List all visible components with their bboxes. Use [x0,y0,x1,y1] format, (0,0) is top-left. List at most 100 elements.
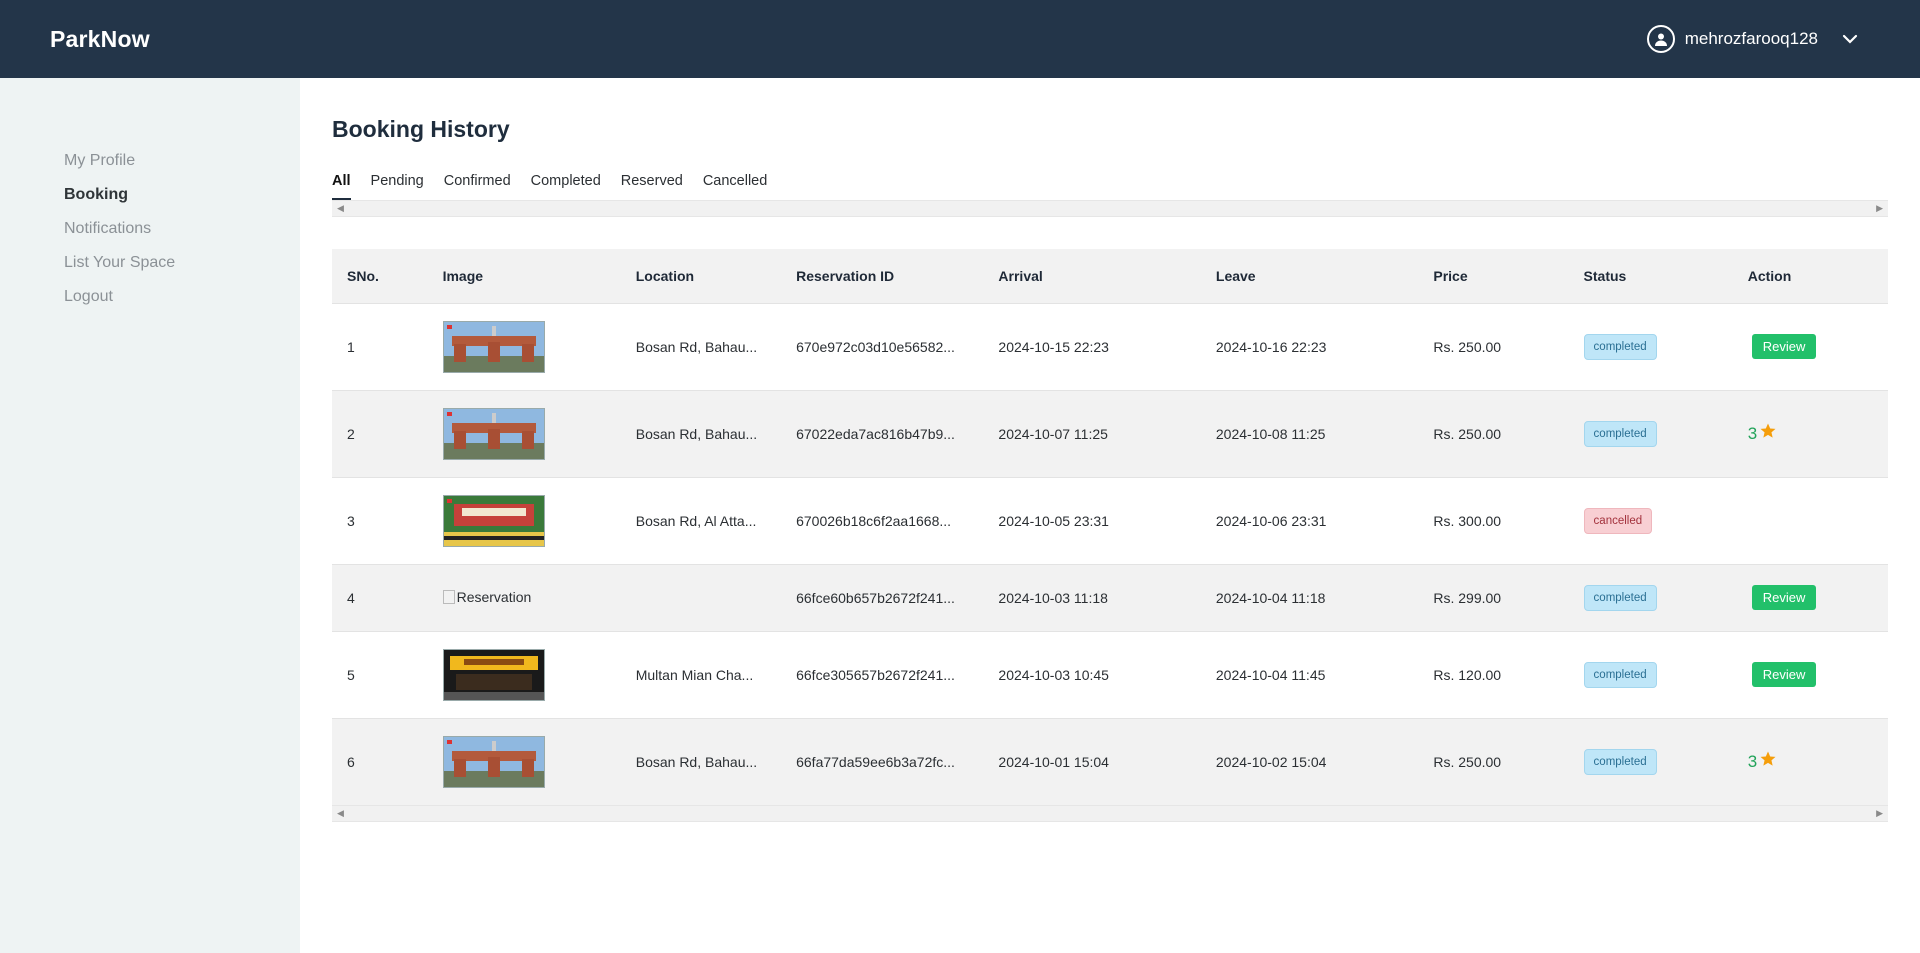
action-cell: Review [1732,563,1888,631]
sidebar-nav: My Profile Booking Notifications List Your … [0,78,300,314]
tab-pending[interactable]: Pending [371,173,424,200]
status-cell: completed [1568,389,1733,477]
review-button[interactable]: Review [1751,585,1817,610]
price-cell: Rs. 120.00 [1418,630,1569,718]
review-button[interactable]: Review [1751,334,1817,359]
column-header: Leave [1215,267,1256,284]
image-cell: Reservation [427,563,621,631]
rating-display: 3 [1748,750,1777,773]
rating-value: 3 [1747,751,1758,771]
sidebar-item-booking[interactable]: Booking [64,178,300,212]
status-badge: completed [1583,584,1657,611]
table-row: 3 Bosan Rd, Al Atta... 670026b18c6f2aa1668… [332,476,1888,564]
image-cell [427,476,621,564]
location-cell: Bosan Rd, Bahau... [620,302,782,390]
table-body: 1 Bosan Rd, Bahau... 670e972c03d10e56582..… [332,302,1888,805]
user-menu[interactable]: mehrozfarooq128 [1646,25,1870,53]
table-scrollbar[interactable]: ◀ ▶ [332,805,1888,822]
image-cell [427,630,621,718]
star-icon [1759,750,1777,773]
location-cell: Bosan Rd, Bahau... [620,717,782,805]
page-title: Booking History [332,116,510,142]
scroll-left-icon[interactable]: ◀ [337,203,344,214]
scroll-right-icon[interactable]: ▶ [1876,808,1883,819]
status-cell: completed [1568,717,1733,805]
tab-reserved[interactable]: Reserved [621,173,683,200]
location-cell: Bosan Rd, Al Atta... [620,476,782,564]
rating-value: 3 [1747,423,1758,443]
tab-completed[interactable]: Completed [531,173,601,200]
broken-image-icon [442,589,455,604]
broken-image: Reservation [442,588,532,605]
column-header: Action [1747,267,1792,284]
status-badge: completed [1583,748,1657,775]
parking-thumbnail[interactable] [442,494,621,547]
tabs-scrollbar[interactable]: ◀ ▶ [332,200,1888,217]
review-button[interactable]: Review [1751,662,1817,687]
price-cell: Rs. 250.00 [1418,389,1569,477]
status-badge: cancelled [1583,507,1653,534]
reservation-id-cell: 66fce60b657b2672f241... [781,563,984,631]
brand-logo[interactable]: ParkNow [50,26,150,53]
sno-cell: 4 [332,563,428,631]
chevron-down-icon[interactable] [1842,34,1858,44]
status-badge: completed [1583,333,1657,360]
sno-cell: 1 [332,302,428,390]
arrival-cell: 2024-10-05 23:31 [983,476,1201,564]
parking-thumbnail[interactable] [442,648,621,701]
arrival-cell: 2024-10-03 10:45 [983,630,1201,718]
leave-cell: 2024-10-04 11:45 [1200,630,1419,718]
scroll-left-icon[interactable]: ◀ [337,808,344,819]
status-badge: completed [1583,420,1657,447]
tab-cancelled[interactable]: Cancelled [703,173,768,200]
leave-cell: 2024-10-04 11:18 [1200,563,1419,631]
sidebar-item-logout[interactable]: Logout [64,280,300,314]
table-row: 4 Reservation 66fce60b657b2672f241... 2024-… [332,563,1888,631]
parking-thumbnail[interactable] [442,320,621,373]
action-cell [1732,476,1888,564]
status-badge: completed [1583,661,1657,688]
status-cell: completed [1568,630,1733,718]
sno-cell: 2 [332,389,428,477]
table-row: 1 Bosan Rd, Bahau... 670e972c03d10e56582..… [332,302,1888,390]
main-content: Booking History All Pending Confirmed Compl… [332,78,1888,822]
sidebar-item-list-your-space[interactable]: List Your Space [64,246,300,280]
action-cell: Review [1732,302,1888,390]
user-avatar-icon [1646,25,1675,53]
rating-display: 3 [1748,422,1777,445]
sidebar-item-notifications[interactable]: Notifications [64,212,300,246]
image-cell [427,302,621,390]
price-cell: Rs. 300.00 [1418,476,1569,564]
tab-all[interactable]: All [332,173,351,200]
location-cell: Bosan Rd, Bahau... [620,389,782,477]
image-alt-text: Reservation [456,588,532,605]
leave-cell: 2024-10-02 15:04 [1200,717,1419,805]
leave-cell: 2024-10-16 22:23 [1200,302,1419,390]
location-cell [620,563,782,631]
price-cell: Rs. 299.00 [1418,563,1569,631]
column-header: Arrival [998,267,1043,284]
column-header: Image [442,267,484,284]
sno-cell: 6 [332,717,428,805]
parking-thumbnail[interactable] [442,407,621,460]
top-navbar: ParkNow mehrozfarooq128 [0,0,1920,78]
price-cell: Rs. 250.00 [1418,717,1569,805]
sidebar-item-my-profile[interactable]: My Profile [64,144,300,178]
booking-table: SNo. Image Location Reservation ID Arrival Le… [332,249,1888,805]
sno-cell: 5 [332,630,428,718]
arrival-cell: 2024-10-07 11:25 [983,389,1201,477]
column-header: Status [1583,267,1627,284]
leave-cell: 2024-10-06 23:31 [1200,476,1419,564]
image-cell [427,717,621,805]
action-cell: 3 [1732,717,1888,805]
sno-cell: 3 [332,476,428,564]
tab-confirmed[interactable]: Confirmed [444,173,511,200]
reservation-id-cell: 670026b18c6f2aa1668... [781,476,984,564]
table-row: 2 Bosan Rd, Bahau... 67022eda7ac816b47b9..… [332,389,1888,477]
arrival-cell: 2024-10-15 22:23 [983,302,1201,390]
star-icon [1759,422,1777,445]
parking-thumbnail[interactable] [442,735,621,788]
sidebar: My Profile Booking Notifications List Your … [0,78,300,953]
action-cell: 3 [1732,389,1888,477]
scroll-right-icon[interactable]: ▶ [1876,203,1883,214]
